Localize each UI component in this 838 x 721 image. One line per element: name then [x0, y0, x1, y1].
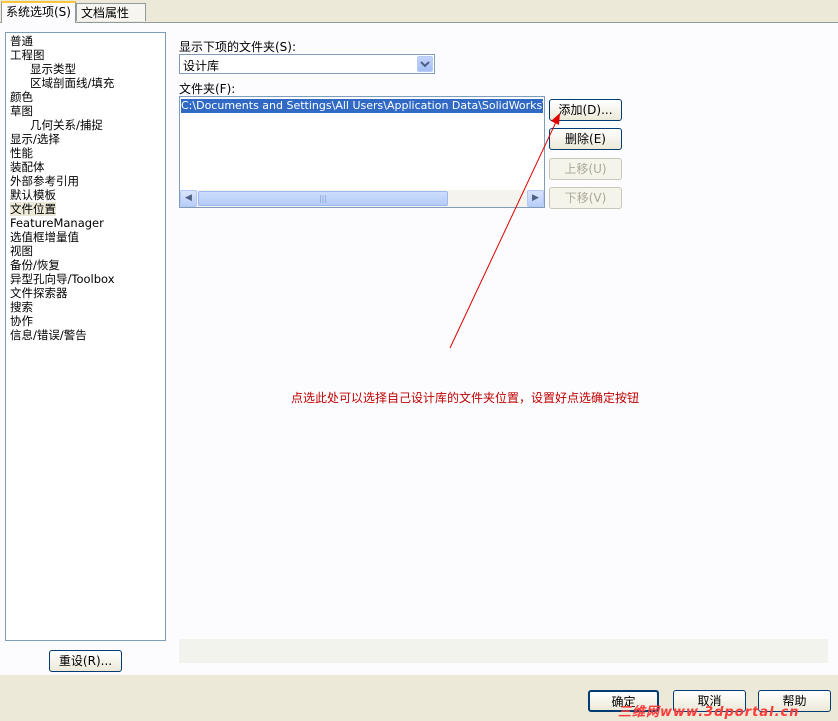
- annotation-arrow: [449, 113, 560, 349]
- tab-label: 系统选项(S): [6, 5, 71, 19]
- watermark: 三维网www.3dportal.cn: [618, 705, 800, 720]
- tab-system-options[interactable]: 系统选项(S): [1, 1, 76, 23]
- annotation-text: 点选此处可以选择自己设计库的文件夹位置，设置好点选确定按钮: [291, 391, 640, 405]
